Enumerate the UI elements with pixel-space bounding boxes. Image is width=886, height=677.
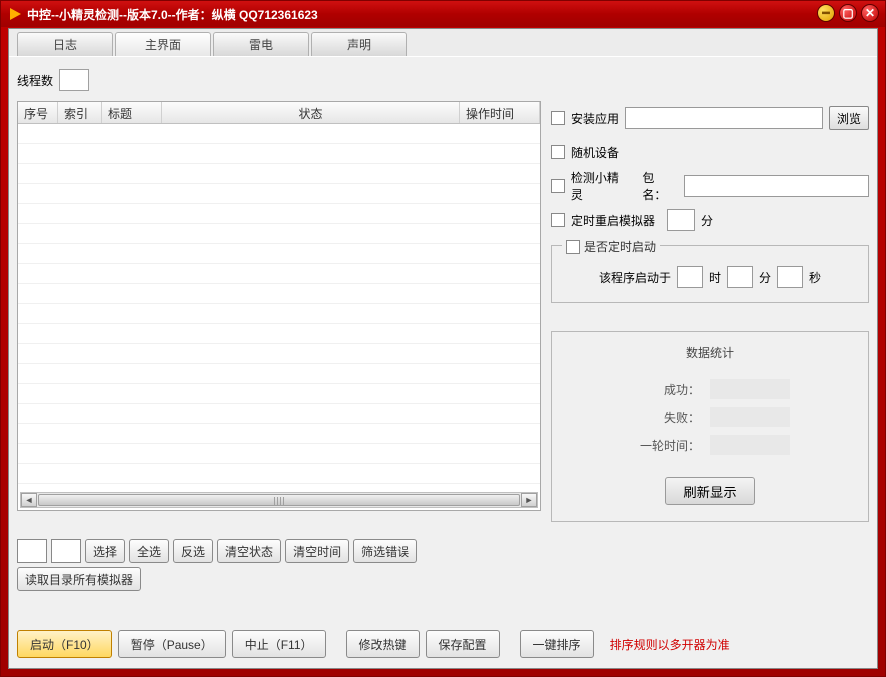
app-window: 中控--小精灵检测--版本7.0--作者：纵横 QQ712361623 ━ ▢ … bbox=[0, 0, 886, 677]
pkg-name-input[interactable] bbox=[684, 175, 869, 197]
col-seq[interactable]: 序号 bbox=[18, 102, 58, 123]
titlebar[interactable]: 中控--小精灵检测--版本7.0--作者：纵横 QQ712361623 ━ ▢ … bbox=[1, 1, 885, 27]
tab-content: 线程数 序号 索引 标题 状态 操作时间 bbox=[17, 65, 869, 618]
stop-button[interactable]: 中止（F11） bbox=[232, 630, 326, 658]
grid-hscrollbar[interactable]: ◄ ► bbox=[20, 492, 538, 508]
invert-select-button[interactable]: 反选 bbox=[173, 539, 213, 563]
minute-unit-label-2: 分 bbox=[759, 269, 771, 286]
install-app-label: 安装应用 bbox=[571, 110, 619, 127]
select-all-button[interactable]: 全选 bbox=[129, 539, 169, 563]
timed-start-checkbox[interactable] bbox=[566, 240, 580, 254]
read-all-emulators-button[interactable]: 读取目录所有模拟器 bbox=[17, 567, 141, 591]
save-config-button[interactable]: 保存配置 bbox=[426, 630, 500, 658]
fail-label: 失败： bbox=[630, 409, 700, 426]
scroll-thumb[interactable] bbox=[38, 494, 520, 506]
second-unit-label: 秒 bbox=[809, 269, 821, 286]
clear-status-button[interactable]: 清空状态 bbox=[217, 539, 281, 563]
minute-unit-label: 分 bbox=[701, 212, 713, 229]
range-to-input[interactable] bbox=[51, 539, 81, 563]
timed-restart-checkbox[interactable] bbox=[551, 213, 565, 227]
app-icon bbox=[7, 6, 23, 22]
thread-count-input[interactable] bbox=[59, 69, 89, 91]
minimize-button[interactable]: ━ bbox=[817, 4, 835, 22]
detect-sprite-label: 检测小精灵 bbox=[571, 169, 630, 203]
window-title: 中控--小精灵检测--版本7.0--作者：纵横 QQ712361623 bbox=[27, 6, 318, 23]
restart-interval-input[interactable] bbox=[667, 209, 695, 231]
thread-count-label: 线程数 bbox=[17, 72, 53, 89]
tab-strip: 日志 主界面 雷电 声明 bbox=[9, 29, 877, 57]
timed-restart-label: 定时重启模拟器 bbox=[571, 212, 655, 229]
col-idx[interactable]: 索引 bbox=[58, 102, 102, 123]
scroll-left-icon[interactable]: ◄ bbox=[21, 493, 37, 507]
tab-main[interactable]: 主界面 bbox=[115, 32, 211, 56]
left-button-row: 选择 全选 反选 清空状态 清空时间 筛选错误 读取目录所有模拟器 bbox=[17, 539, 541, 591]
random-device-checkbox[interactable] bbox=[551, 145, 565, 159]
one-click-sort-button[interactable]: 一键排序 bbox=[520, 630, 594, 658]
right-pane: 安装应用 浏览 随机设备 检测小精灵 包名： bbox=[551, 101, 869, 621]
grid-body[interactable] bbox=[18, 124, 540, 492]
tab-declare[interactable]: 声明 bbox=[311, 32, 407, 56]
install-app-checkbox[interactable] bbox=[551, 111, 565, 125]
refresh-stats-button[interactable]: 刷新显示 bbox=[665, 477, 755, 505]
stats-title: 数据统计 bbox=[562, 344, 858, 361]
tab-log[interactable]: 日志 bbox=[17, 32, 113, 56]
stats-box: 数据统计 成功： 失败： 一轮时间： 刷新显示 bbox=[551, 331, 869, 522]
maximize-button[interactable]: ▢ bbox=[839, 4, 857, 22]
detect-sprite-checkbox[interactable] bbox=[551, 179, 565, 193]
start-minute-input[interactable] bbox=[727, 266, 753, 288]
bottom-toolbar: 启动（F10） 暂停（Pause） 中止（F11） 修改热键 保存配置 一键排序… bbox=[17, 626, 869, 662]
browse-button[interactable]: 浏览 bbox=[829, 106, 869, 130]
filter-error-button[interactable]: 筛选错误 bbox=[353, 539, 417, 563]
sort-rule-note: 排序规则以多开器为准 bbox=[610, 636, 730, 653]
modify-hotkey-button[interactable]: 修改热键 bbox=[346, 630, 420, 658]
left-pane: 序号 索引 标题 状态 操作时间 ◄ ► bbox=[17, 101, 541, 621]
success-label: 成功： bbox=[630, 381, 700, 398]
range-from-input[interactable] bbox=[17, 539, 47, 563]
round-time-value bbox=[710, 435, 790, 455]
hour-unit-label: 时 bbox=[709, 269, 721, 286]
pause-button[interactable]: 暂停（Pause） bbox=[118, 630, 226, 658]
close-button[interactable]: ✕ bbox=[861, 4, 879, 22]
select-button[interactable]: 选择 bbox=[85, 539, 125, 563]
timed-start-legend: 是否定时启动 bbox=[584, 238, 656, 255]
round-time-label: 一轮时间： bbox=[630, 437, 700, 454]
scroll-right-icon[interactable]: ► bbox=[521, 493, 537, 507]
fail-value bbox=[710, 407, 790, 427]
start-second-input[interactable] bbox=[777, 266, 803, 288]
client-area: 日志 主界面 雷电 声明 线程数 序号 索引 标题 状态 bbox=[8, 28, 878, 669]
clear-time-button[interactable]: 清空时间 bbox=[285, 539, 349, 563]
program-start-at-label: 该程序启动于 bbox=[599, 269, 671, 286]
random-device-label: 随机设备 bbox=[571, 144, 619, 161]
tab-leidian[interactable]: 雷电 bbox=[213, 32, 309, 56]
start-hour-input[interactable] bbox=[677, 266, 703, 288]
col-time[interactable]: 操作时间 bbox=[460, 102, 540, 123]
install-app-path-input[interactable] bbox=[625, 107, 823, 129]
col-status[interactable]: 状态 bbox=[162, 102, 460, 123]
thread-count-row: 线程数 bbox=[17, 65, 869, 95]
col-title[interactable]: 标题 bbox=[102, 102, 162, 123]
start-button[interactable]: 启动（F10） bbox=[17, 630, 112, 658]
pkg-name-label: 包名： bbox=[642, 169, 678, 203]
grid-header: 序号 索引 标题 状态 操作时间 bbox=[18, 102, 540, 124]
success-value bbox=[710, 379, 790, 399]
emulator-grid[interactable]: 序号 索引 标题 状态 操作时间 ◄ ► bbox=[17, 101, 541, 511]
timed-start-fieldset: 是否定时启动 该程序启动于 时 分 秒 bbox=[551, 245, 869, 303]
